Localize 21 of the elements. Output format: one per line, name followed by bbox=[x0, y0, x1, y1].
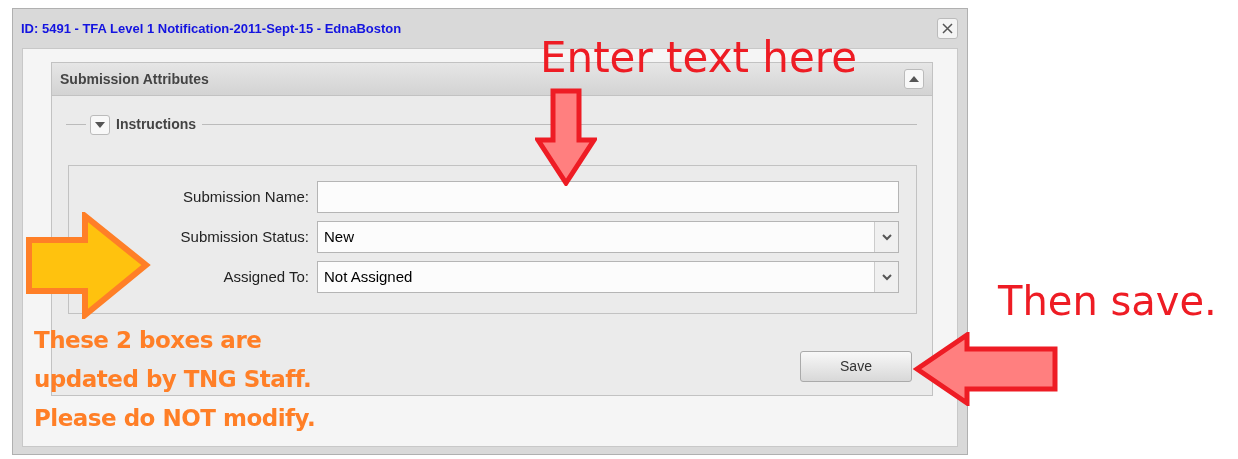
collapse-button[interactable] bbox=[904, 69, 924, 89]
close-button[interactable] bbox=[937, 18, 958, 39]
dropdown-field[interactable]: New bbox=[317, 221, 899, 253]
chevron-down-icon bbox=[881, 273, 892, 281]
field-label: Submission Name: bbox=[182, 186, 309, 207]
field-label: Submission Status: bbox=[179, 226, 309, 247]
window-title: ID: 5491 - TFA Level 1 Notification-2011-Sept-15 - EdnaBoston bbox=[21, 19, 402, 38]
annotation-note: These 2 boxes are updated by TNG Staff. Please do NOT modify. bbox=[34, 326, 316, 433]
chevron-down-icon bbox=[881, 233, 892, 241]
annotation-text: Then save. bbox=[998, 277, 1217, 326]
close-icon bbox=[942, 23, 953, 34]
field-label: Assigned To: bbox=[222, 266, 309, 287]
annotation-text: Enter text here bbox=[540, 32, 857, 84]
panel-title: Submission Attributes bbox=[60, 69, 209, 89]
caret-down-icon bbox=[95, 121, 105, 128]
instructions-legend: Instructions bbox=[114, 114, 199, 135]
caret-up-icon bbox=[909, 76, 919, 82]
instructions-toggle[interactable] bbox=[90, 114, 110, 135]
save-button[interactable]: Save bbox=[800, 351, 912, 382]
input-field[interactable] bbox=[317, 181, 899, 213]
dropdown-field[interactable]: Not Assigned bbox=[317, 261, 899, 293]
